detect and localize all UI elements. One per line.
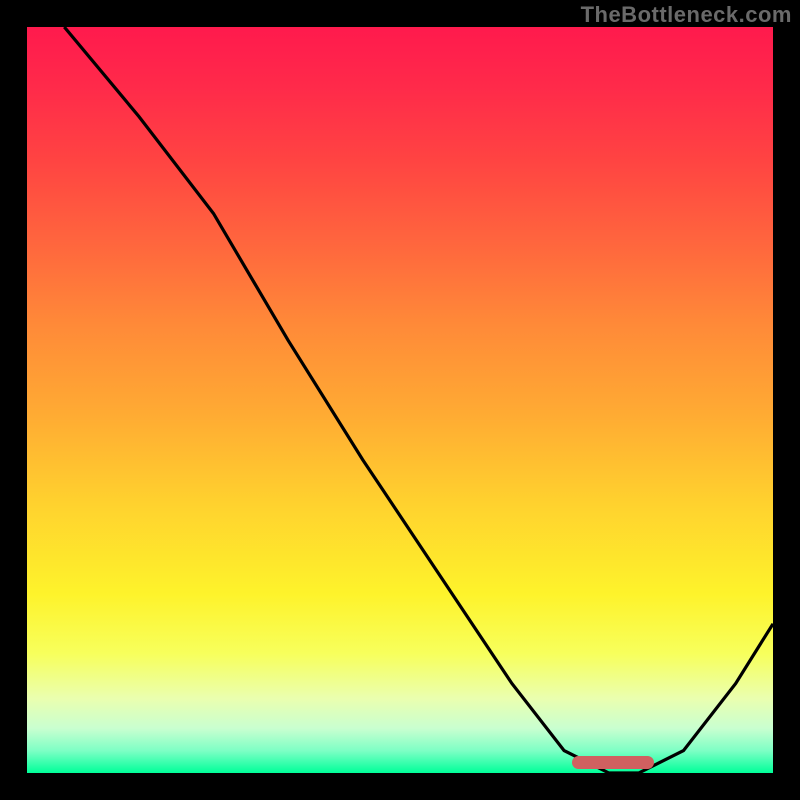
bottleneck-curve (64, 27, 773, 773)
plot-area (27, 27, 773, 773)
chart-frame: TheBottleneck.com (0, 0, 800, 800)
watermark-text: TheBottleneck.com (581, 2, 792, 28)
curve-layer (27, 27, 773, 773)
optimal-range-marker (572, 756, 654, 769)
